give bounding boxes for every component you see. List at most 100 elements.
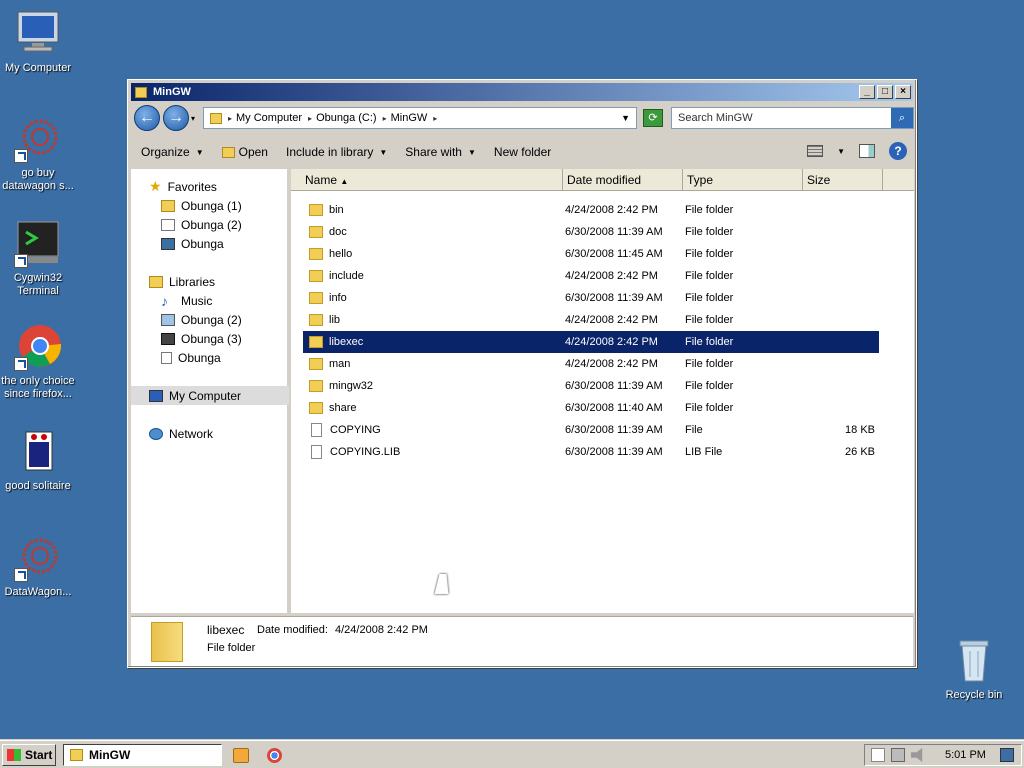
refresh-icon[interactable]: ⟳ [643, 109, 663, 127]
sort-ascending-icon: ▲ [340, 177, 349, 186]
file-row[interactable]: info 6/30/2008 11:39 AM File folder [303, 287, 879, 309]
file-row[interactable]: bin 4/24/2008 2:42 PM File folder [303, 199, 879, 221]
navigation-pane: ★ Favorites Obunga (1) Obunga (2) Obunga… [131, 169, 289, 613]
file-row[interactable]: man 4/24/2008 2:42 PM File folder [303, 353, 879, 375]
show-desktop-icon[interactable] [999, 748, 1014, 762]
file-list[interactable]: Name ▲ Date modified Type Size bin 4/24/… [291, 169, 914, 613]
share-with-button[interactable]: Share with ▼ [405, 145, 476, 159]
title-bar[interactable]: MinGW _ □ × [131, 83, 913, 101]
address-dropdown-icon[interactable]: ▼ [621, 113, 630, 123]
file-row[interactable]: share 6/30/2008 11:40 AM File folder [303, 397, 879, 419]
column-header-size[interactable]: Size [803, 169, 883, 191]
file-row[interactable]: COPYING 6/30/2008 11:39 AM File 18 KB [303, 419, 879, 441]
libraries-icon [149, 275, 163, 288]
folder-icon [309, 336, 323, 348]
chrome-quicklaunch-icon[interactable] [267, 748, 282, 763]
start-button[interactable]: Start [2, 744, 56, 766]
file-row[interactable]: lib 4/24/2008 2:42 PM File folder [303, 309, 879, 331]
shortcut-arrow-icon [14, 254, 28, 268]
desktop-icon-cygwin32-terminal[interactable]: Cygwin32 Terminal [0, 220, 80, 298]
address-bar: ← → ▾ ▸ My Computer ▸ Obunga (C:) ▸ MinGW ▸… [131, 103, 914, 133]
column-header-type[interactable]: Type [683, 169, 803, 191]
network-tray-icon[interactable] [891, 748, 905, 762]
nav-libraries[interactable]: Libraries [149, 272, 215, 291]
search-input[interactable]: Search MinGW ⌕ [671, 107, 914, 129]
desktop-icon [161, 218, 175, 231]
file-row[interactable]: include 4/24/2008 2:42 PM File folder [303, 265, 879, 287]
breadcrumb-item[interactable]: ▸ MinGW [383, 112, 428, 124]
volume-icon[interactable] [911, 748, 923, 762]
nav-library-item[interactable]: Obunga (2) [161, 310, 242, 329]
desktop-icon-my-computer[interactable]: My Computer [0, 10, 80, 75]
folder-icon [210, 112, 222, 124]
folder-icon [309, 226, 323, 238]
download-folder-icon [161, 199, 175, 212]
recent-places-icon [161, 237, 175, 250]
desktop-icon-recycle-bin[interactable]: Recycle bin [932, 637, 1016, 702]
back-arrow-icon[interactable]: ← [134, 105, 160, 131]
nav-my-computer[interactable]: My Computer [131, 386, 289, 405]
folder-icon [309, 402, 323, 414]
open-button[interactable]: Open [221, 145, 268, 159]
minimize-button[interactable]: _ [859, 85, 875, 99]
column-headers: Name ▲ Date modified Type Size [291, 169, 914, 191]
computer-icon [14, 10, 62, 58]
nav-favorite-item[interactable]: Obunga (1) [161, 196, 242, 215]
taskbar-button-mingw[interactable]: MinGW [63, 744, 222, 766]
media-player-icon[interactable] [233, 748, 249, 763]
include-in-library-button[interactable]: Include in library ▼ [286, 145, 387, 159]
desktop-icon-good-solitaire[interactable]: good solitaire [0, 428, 80, 493]
organize-button[interactable]: Organize ▼ [141, 145, 204, 159]
nav-library-item[interactable]: Obunga [161, 348, 221, 367]
solitaire-icon [14, 428, 62, 476]
file-icon [311, 423, 322, 437]
nav-library-item[interactable]: ♪ Music [161, 291, 212, 310]
breadcrumb-item[interactable]: ▸ Obunga (C:) [308, 112, 377, 124]
address-input[interactable]: ▸ My Computer ▸ Obunga (C:) ▸ MinGW ▸ ▼ [203, 107, 637, 129]
windows-logo-icon [7, 749, 21, 761]
desktop-icon-go-buy-datawagon[interactable]: go buy datawagon s... [0, 115, 80, 193]
breadcrumb-item[interactable]: ▸ My Computer [228, 112, 302, 124]
window-title: MinGW [153, 86, 191, 98]
music-icon: ♪ [161, 292, 168, 309]
forward-arrow-icon[interactable]: → [163, 105, 189, 131]
desktop-icon-datawagon[interactable]: DataWagon... [0, 534, 80, 599]
history-dropdown-icon[interactable]: ▾ [191, 114, 195, 123]
nav-favorites[interactable]: ★ Favorites [149, 177, 217, 196]
file-icon [311, 445, 322, 459]
details-name: libexec [207, 623, 245, 637]
column-header-name[interactable]: Name ▲ [291, 169, 563, 191]
details-pane: libexec Date modified: 4/24/2008 2:42 PM… [131, 616, 913, 666]
nav-network[interactable]: Network [149, 424, 213, 443]
view-dropdown-icon[interactable]: ▼ [837, 147, 845, 156]
explorer-window[interactable]: MinGW _ □ × ← → ▾ ▸ My Computer ▸ Obunga (… [127, 79, 917, 668]
file-row-selected[interactable]: libexec 4/24/2008 2:42 PM File folder [303, 331, 879, 353]
file-row[interactable]: hello 6/30/2008 11:45 AM File folder [303, 243, 879, 265]
pictures-icon [161, 313, 175, 326]
file-row[interactable]: mingw32 6/30/2008 11:39 AM File folder [303, 375, 879, 397]
help-icon[interactable]: ? [889, 142, 907, 160]
action-center-icon[interactable] [871, 748, 885, 762]
file-row[interactable]: doc 6/30/2008 11:39 AM File folder [303, 221, 879, 243]
clock[interactable]: 5:01 PM [945, 749, 986, 761]
nav-favorite-item[interactable]: Obunga (2) [161, 215, 242, 234]
folder-icon [309, 292, 323, 304]
chrome-icon [14, 323, 62, 371]
nav-favorite-item[interactable]: Obunga [161, 234, 224, 253]
column-header-date[interactable]: Date modified [563, 169, 683, 191]
close-button[interactable]: × [895, 85, 911, 99]
folder-icon [309, 270, 323, 282]
new-folder-button[interactable]: New folder [494, 145, 551, 159]
datawagon-icon [14, 534, 62, 582]
preview-pane-icon[interactable] [859, 144, 875, 158]
search-icon[interactable]: ⌕ [891, 108, 913, 128]
shortcut-arrow-icon [14, 357, 28, 371]
desktop-icon-chrome[interactable]: the only choice since firefox... [0, 323, 80, 401]
folder-icon [309, 248, 323, 260]
folder-icon [309, 380, 323, 392]
nav-library-item[interactable]: Obunga (3) [161, 329, 242, 348]
file-row[interactable]: COPYING.LIB 6/30/2008 11:39 AM LIB File … [303, 441, 879, 463]
maximize-button[interactable]: □ [877, 85, 893, 99]
breadcrumb-chevron-icon[interactable]: ▸ [433, 114, 441, 123]
change-view-icon[interactable] [807, 145, 824, 157]
